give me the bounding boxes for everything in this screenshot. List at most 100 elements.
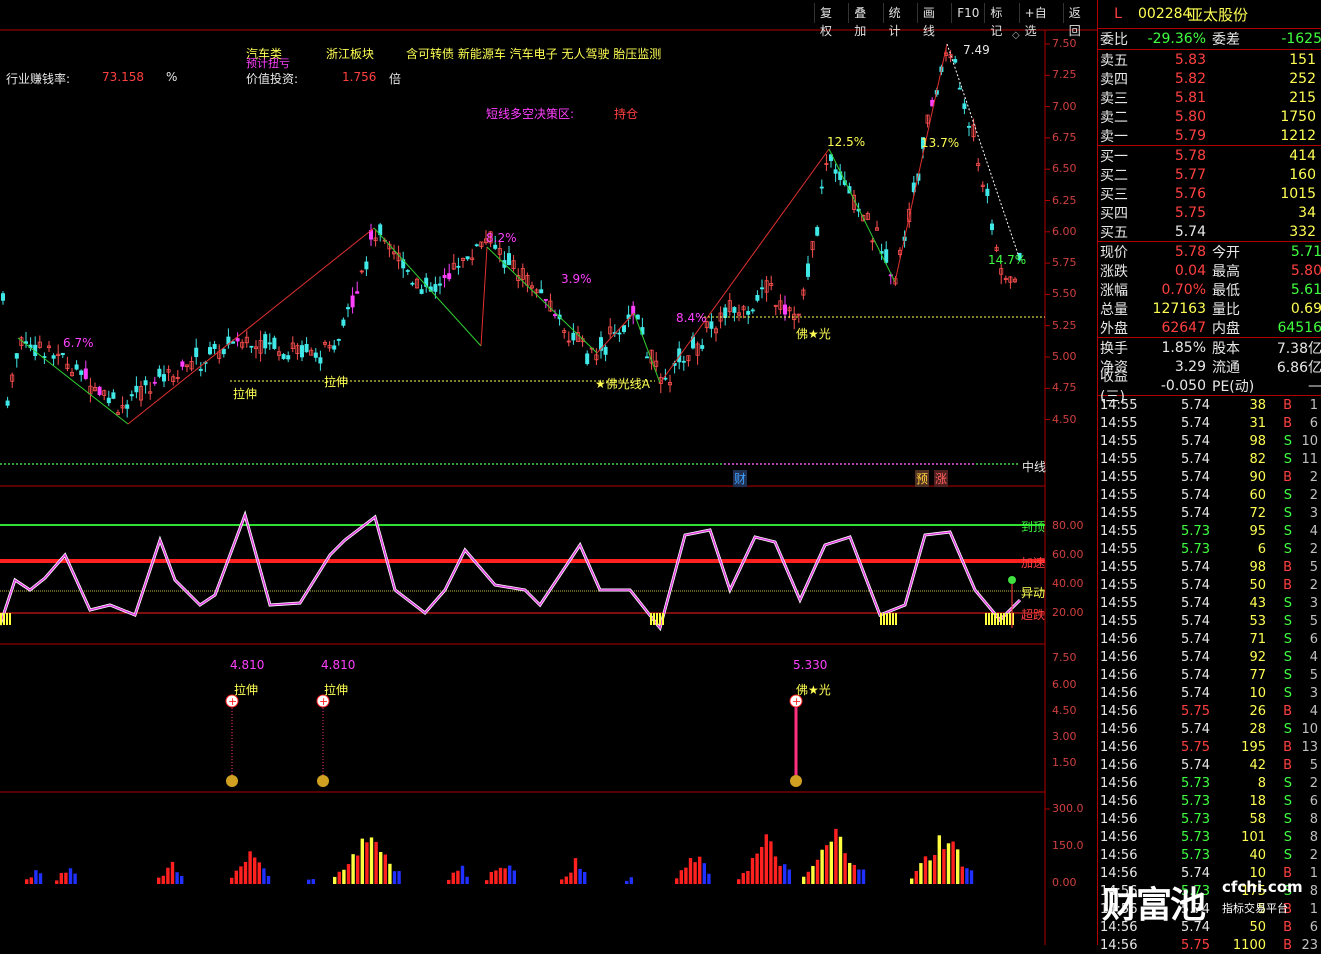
midline-dot xyxy=(656,463,658,465)
volume-bar xyxy=(933,854,937,884)
ask-price: 5.81 xyxy=(1174,89,1206,106)
kline-chart-area[interactable]: ◇ + + + 复权 叠加 统计 画线 F10 标记 +自选 返回 汽车类 预计扭亏 … xyxy=(0,0,1097,945)
volume-bar xyxy=(848,862,852,884)
finance-tag[interactable]: 财 xyxy=(733,470,748,487)
tick-price: 5.74 xyxy=(1181,595,1210,611)
candle-body xyxy=(336,339,341,341)
midline-dot xyxy=(476,463,478,465)
midline-dot xyxy=(360,463,362,465)
price-tick-label: 5.50 xyxy=(1052,287,1077,301)
midline-dot xyxy=(204,463,206,465)
tick-time: 14:55 xyxy=(1100,541,1138,557)
tick-side: S xyxy=(1283,541,1292,557)
toolbar-mark-button[interactable]: 标记 xyxy=(984,3,1018,38)
midline-dot xyxy=(540,463,542,465)
bid-volume: 160 xyxy=(1289,166,1316,183)
volume-bar xyxy=(802,876,806,884)
midline-dot xyxy=(12,463,14,465)
midline-dot xyxy=(300,463,302,465)
midline-dot xyxy=(612,463,614,465)
volume-bar xyxy=(852,864,856,884)
stock-name[interactable]: 亚太股份 xyxy=(1188,4,1248,25)
toolbar-stats-button[interactable]: 统计 xyxy=(882,3,917,38)
midline-dot xyxy=(768,463,770,465)
midline-dot xyxy=(944,463,946,465)
toolbar-add-watchlist-button[interactable]: +自选 xyxy=(1018,3,1063,38)
candle-body xyxy=(442,274,447,279)
limit-up-tag[interactable]: 涨 xyxy=(934,470,949,487)
candle-body xyxy=(83,368,88,379)
toolbar-draw-button[interactable]: 画线 xyxy=(916,3,951,38)
midline-dot xyxy=(764,463,766,465)
oversold-bar xyxy=(3,613,5,625)
candle-body xyxy=(474,244,479,247)
candle-body xyxy=(833,169,838,174)
candle-body xyxy=(410,282,415,285)
candle-body xyxy=(635,314,640,320)
midline-dot xyxy=(232,463,234,465)
midline-dot xyxy=(36,463,38,465)
volume-bar xyxy=(266,876,271,884)
tick-price: 5.74 xyxy=(1181,721,1210,737)
midline-dot xyxy=(900,463,902,465)
volume-bar xyxy=(684,867,688,884)
tick-price: 5.74 xyxy=(1181,649,1210,665)
midline-dot xyxy=(472,463,474,465)
price-tick-label: 6.50 xyxy=(1052,162,1077,176)
midline-dot xyxy=(876,463,878,465)
forecast-tag[interactable]: 预 xyxy=(915,470,930,487)
volume-bar xyxy=(239,866,243,884)
toolbar-overlay-button[interactable]: 叠加 xyxy=(848,3,882,38)
stat-label: 总量 xyxy=(1100,301,1128,318)
candle-body xyxy=(299,345,304,358)
midline-dot xyxy=(284,463,286,465)
volume-bar xyxy=(741,872,745,884)
midline-dot xyxy=(720,463,722,465)
tick-row: 14:56 5.73 8 S 2 xyxy=(1098,774,1321,792)
signal-tick-label: 6.00 xyxy=(1052,678,1077,691)
tick-time: 14:56 xyxy=(1100,739,1138,755)
volume-bar xyxy=(175,872,179,884)
candle-body xyxy=(750,309,755,312)
tick-row: 14:55 5.74 60 S 2 xyxy=(1098,486,1321,504)
midline-dot xyxy=(324,463,326,465)
price-tick-label: 7.00 xyxy=(1052,99,1077,113)
tick-time: 14:56 xyxy=(1100,829,1138,845)
toolbar-back-button[interactable]: 返回 xyxy=(1062,3,1097,38)
tick-volume: 43 xyxy=(1249,595,1266,611)
tick-side: B xyxy=(1283,703,1292,719)
midline-dot xyxy=(248,463,250,465)
midline-dot xyxy=(544,463,546,465)
toolbar-f10-button[interactable]: F10 xyxy=(951,3,984,23)
tick-row: 14:55 5.74 53 S 5 xyxy=(1098,612,1321,630)
volume-bar xyxy=(73,873,77,884)
candle-body xyxy=(700,345,705,349)
oversold-bar xyxy=(883,613,885,625)
midline-dot xyxy=(276,463,278,465)
midline-dot xyxy=(640,463,642,465)
tick-count: 6 xyxy=(1309,631,1318,647)
volume-bar xyxy=(508,865,512,884)
midline-dot xyxy=(788,463,790,465)
midline-dot xyxy=(304,463,306,465)
volume-bar xyxy=(253,857,257,884)
midline-dot xyxy=(144,463,146,465)
tick-row: 14:55 5.74 90 B 2 xyxy=(1098,468,1321,486)
volume-bar xyxy=(573,858,578,884)
midline-dot xyxy=(632,463,634,465)
midline-dot xyxy=(500,463,502,465)
volume-bar xyxy=(234,870,238,884)
tick-count: 2 xyxy=(1309,487,1318,503)
midline-dot xyxy=(564,463,566,465)
weibi-label: 委比 xyxy=(1100,32,1128,48)
tick-list[interactable]: 14:55 5.74 38 B 1 14:55 5.74 31 B 6 14:55 5.74 98 S 10… xyxy=(1098,396,1321,954)
candle-body xyxy=(286,355,291,360)
buddha-line-label: ★佛光线A xyxy=(595,377,650,391)
tick-volume: 90 xyxy=(1249,469,1266,485)
industry-rate-value: 73.158 xyxy=(102,70,144,84)
stat-value: 0.04 xyxy=(1174,262,1206,279)
tick-volume: 40 xyxy=(1249,847,1266,863)
midline-dot xyxy=(908,463,910,465)
toolbar-fuquan-button[interactable]: 复权 xyxy=(814,3,848,38)
oversold-bar xyxy=(886,613,888,625)
